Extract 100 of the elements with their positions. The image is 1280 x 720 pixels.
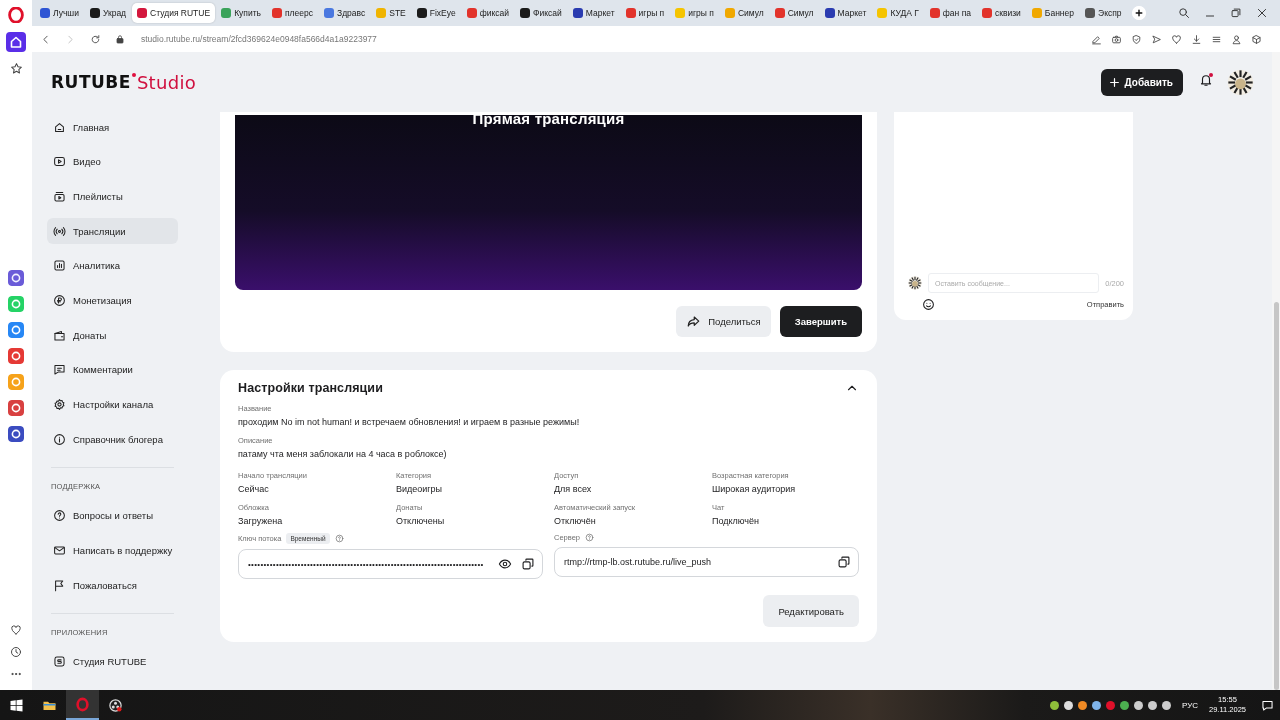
masked-key-text: •••••••••••••••••••••••••••••••••••••••••••••••••••••••••••••••••••••••••••• (248, 559, 485, 569)
download-icon[interactable] (1191, 33, 1202, 45)
share-button[interactable]: Поделиться (676, 306, 771, 337)
browser-tab[interactable]: Купить (216, 3, 266, 23)
reload-icon[interactable] (90, 33, 101, 45)
nav-item[interactable]: Плейлисты (47, 183, 178, 210)
profile-icon[interactable] (1231, 33, 1242, 45)
field-value: Подключён (712, 516, 761, 526)
plus-icon (1108, 76, 1120, 88)
field-value: Загружена (238, 516, 284, 526)
stream-title: Прямая трансляция (472, 110, 625, 127)
info-icon (53, 432, 66, 446)
shield-icon[interactable] (1131, 33, 1142, 45)
nav-item[interactable]: Аналитика (47, 252, 178, 279)
scrollbar[interactable] (1272, 52, 1280, 690)
camera-icon[interactable] (1111, 33, 1122, 45)
browser-tab[interactable]: Фиксай (515, 3, 567, 23)
home-icon[interactable] (6, 32, 26, 52)
avatar[interactable] (908, 276, 922, 290)
broadcast-icon (53, 224, 66, 238)
browser-tab[interactable]: Маркет (567, 3, 620, 23)
logo[interactable]: RUTUBE (51, 71, 131, 92)
browser-tab[interactable]: Симул (769, 3, 819, 23)
logo-suffix[interactable]: Studio (136, 71, 196, 93)
browser-tab[interactable]: фиксай (461, 3, 514, 23)
browser-tab[interactable]: игры п (670, 3, 719, 23)
app-icon[interactable] (8, 426, 24, 442)
bell-icon[interactable] (1199, 73, 1213, 87)
browser-tab[interactable]: Маркет (819, 3, 872, 23)
nav-item[interactable]: Пожаловаться (47, 572, 178, 599)
browser-logo (75, 696, 90, 712)
app-icon[interactable] (8, 322, 24, 338)
browser-tab[interactable]: STE (371, 3, 411, 23)
field-value: Для всех (554, 484, 593, 494)
browser-tab[interactable]: Симул (719, 3, 769, 23)
nav-item[interactable]: Вопросы и ответы (47, 502, 178, 529)
edit-icon[interactable] (1091, 33, 1102, 45)
nav-item[interactable]: Комментарии (47, 356, 178, 383)
back-icon[interactable] (40, 33, 51, 45)
address-field[interactable]: studio.rutube.ru/stream/2fcd369624e0948fa566d4a1a9223977 (141, 34, 377, 44)
field-value: Отключён (554, 516, 597, 526)
browser-tab[interactable]: Баннер (1026, 3, 1079, 23)
browser-tab[interactable]: Студия RUTUE (132, 3, 216, 23)
windows-icon (9, 697, 24, 713)
browser-tab[interactable]: фан па (924, 3, 976, 23)
browser-logo[interactable] (8, 7, 24, 23)
app-icon[interactable] (8, 270, 24, 286)
help-icon[interactable] (585, 533, 594, 542)
nav-item[interactable]: Монетизация (47, 287, 178, 314)
flag-icon (53, 578, 66, 592)
nav-item[interactable]: Трансляции (47, 218, 178, 245)
help-icon[interactable] (334, 534, 344, 543)
server-url-text: rtmp://rtmp-lb.ost.rutube.ru/live_push (564, 557, 713, 567)
nav-item[interactable]: Студия RUTUBE (47, 648, 178, 675)
browser-tab[interactable]: Экспр (1080, 3, 1127, 23)
browser-tab[interactable]: сквизи (976, 3, 1026, 23)
browser-tab[interactable]: Украд (84, 3, 132, 23)
field-value: Сейчас (238, 484, 270, 494)
history-icon[interactable] (10, 646, 22, 658)
copy-icon[interactable] (521, 557, 535, 571)
restore-icon[interactable] (1230, 7, 1242, 19)
heart-icon[interactable] (10, 624, 22, 636)
emoji-icon[interactable] (922, 298, 935, 311)
nav-item[interactable]: Донаты (47, 322, 178, 349)
browser-tab[interactable]: Здравс (319, 3, 371, 23)
field-value: проходим No im not human! и встречаем обновления! и играем в разные режимы! (238, 417, 581, 427)
nav-item[interactable]: Видео (47, 148, 178, 175)
server-field[interactable]: rtmp://rtmp-lb.ost.rutube.ru/live_push (554, 547, 859, 577)
heart-icon[interactable] (1171, 33, 1182, 45)
stream-key-field[interactable]: •••••••••••••••••••••••••••••••••••••••••••••••••••••••••••••••••••••••••••• (238, 549, 543, 579)
mail-icon (53, 544, 66, 558)
close-icon[interactable] (1256, 7, 1268, 19)
section-title: Настройки трансляции (238, 381, 383, 395)
bar-chart-icon (53, 259, 66, 273)
nav-item[interactable]: Настройки канала (47, 391, 178, 418)
show-icon[interactable] (498, 557, 512, 571)
app-icon[interactable] (8, 348, 24, 364)
finish-button[interactable]: Завершить (779, 306, 862, 337)
nav-item[interactable]: Написать в поддержку (47, 537, 178, 564)
avatar[interactable] (1227, 68, 1254, 96)
field-value: патаму чта меня заблокали на 4 часа в роблоксе) (238, 449, 448, 459)
browser-tab[interactable]: плеерс (267, 3, 318, 23)
ruble-icon (53, 293, 66, 307)
browser-tab[interactable]: КУДА Г (872, 3, 924, 23)
help-icon (53, 509, 66, 523)
cube-icon[interactable] (1251, 33, 1262, 45)
notifications-icon[interactable] (1261, 698, 1274, 712)
star-icon[interactable] (9, 62, 23, 75)
copy-icon[interactable] (837, 555, 851, 569)
language-indicator[interactable]: РУС (1182, 700, 1198, 710)
add-button[interactable]: Добавить (1100, 68, 1183, 96)
nav-item[interactable]: Главная (47, 114, 178, 140)
send-icon[interactable] (1151, 33, 1162, 45)
browser-tab[interactable]: FixEye (411, 3, 461, 23)
browser-tab[interactable]: Лучши (35, 3, 84, 23)
app-icon[interactable] (8, 400, 24, 416)
edit-button[interactable]: Редактировать (763, 595, 859, 627)
search-icon[interactable] (1178, 7, 1190, 19)
browser-tab[interactable]: игры п (620, 3, 670, 23)
nav-item[interactable]: Справочник блогера (47, 426, 178, 453)
